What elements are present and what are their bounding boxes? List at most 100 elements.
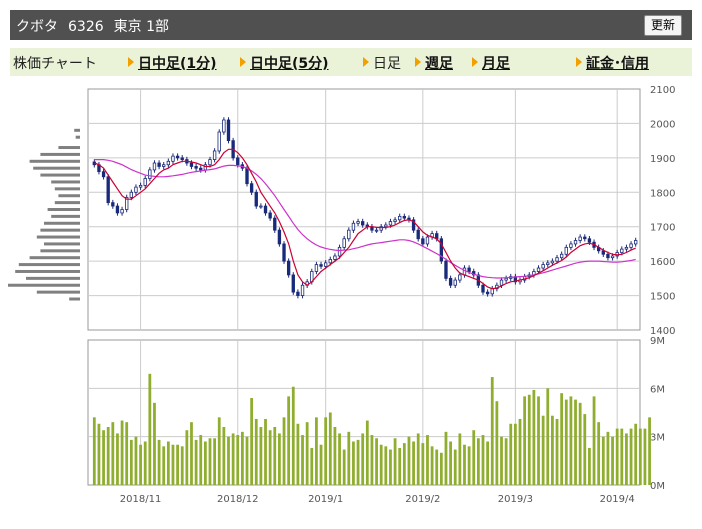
price-tick-label: 1600 (650, 257, 675, 268)
volume-bar (208, 438, 212, 485)
volume-bar (328, 412, 332, 485)
candle-body (111, 202, 115, 207)
volume-bar (430, 446, 434, 485)
volume-bar (259, 427, 263, 485)
volume-bar (634, 423, 638, 485)
candle-body (296, 291, 300, 296)
candle-body (148, 169, 152, 179)
volume-bar (148, 373, 152, 485)
candle-body (499, 279, 504, 286)
candle-body (143, 178, 147, 186)
volume-bar (264, 418, 267, 485)
volume-profile-bar (75, 135, 80, 139)
candle-body (208, 159, 212, 166)
candle-body (291, 274, 295, 293)
volume-bar (495, 401, 499, 485)
volume-bar (190, 422, 193, 485)
date-tick-label: 2019/1 (308, 494, 343, 505)
candle-body (342, 238, 346, 248)
volume-bar (592, 396, 596, 485)
date-tick-label: 2019/2 (405, 494, 440, 505)
price-tick-label: 2000 (650, 119, 675, 130)
volume-bar (398, 447, 402, 485)
date-tick-label: 2018/11 (120, 494, 162, 505)
candle-body (458, 274, 462, 281)
volume-bar (463, 444, 466, 485)
volume-bar (588, 447, 591, 485)
candle-body (356, 221, 360, 224)
candle-body (587, 238, 592, 243)
candle-body (189, 162, 194, 167)
volume-bar (194, 439, 198, 485)
volume-bar (153, 402, 156, 485)
volume-profile-bar (69, 297, 80, 301)
volume-profile-bar (58, 146, 80, 150)
volume-bar (574, 399, 577, 485)
volume-bar (273, 427, 277, 485)
volume-bar (486, 441, 490, 485)
candle-body (634, 240, 638, 245)
volume-profile-bar (40, 173, 80, 177)
volume-bar (615, 428, 619, 485)
volume-bar (601, 436, 605, 485)
candle-body (388, 221, 393, 226)
volume-bar (518, 418, 522, 485)
candle-body (120, 209, 124, 214)
volume-bar (389, 449, 392, 485)
candle-body (226, 119, 231, 142)
volume-bar (199, 435, 203, 485)
volume-bar (606, 431, 610, 485)
candle-body (319, 264, 323, 267)
candle-body (300, 284, 305, 296)
volume-bar (203, 441, 207, 485)
candle-body (236, 157, 240, 166)
volume-bar (342, 449, 346, 485)
volume-bar (139, 444, 142, 485)
volume-bar (481, 435, 485, 485)
candle-body (448, 277, 453, 286)
volume-bar (157, 439, 161, 485)
volume-bar (435, 449, 439, 485)
candle-body (398, 215, 402, 221)
volume-bar (310, 447, 314, 485)
volume-bar (176, 444, 179, 485)
volume-profile-bar (40, 249, 80, 253)
candle-body (559, 253, 564, 259)
candle-body (462, 267, 467, 276)
candle-body (606, 253, 610, 259)
volume-profile-bar (54, 187, 80, 191)
candle-body (249, 183, 254, 193)
candle-body (180, 157, 184, 160)
volume-bar (250, 398, 254, 485)
candle-body (222, 119, 226, 133)
volume-profile-bar (74, 128, 80, 132)
volume-bar (171, 444, 175, 485)
candle-body (212, 150, 217, 160)
volume-bar (333, 427, 337, 485)
volume-bar (375, 438, 378, 485)
price-panel (87, 88, 641, 331)
candle-body (101, 171, 106, 178)
volume-bar (551, 415, 554, 485)
volume-bar (555, 418, 559, 485)
volume-profile-bar (29, 256, 81, 260)
volume-bar (412, 441, 415, 485)
volume-bar (365, 420, 369, 485)
volume-tick-label: 0M (650, 481, 665, 492)
date-tick-label: 2019/3 (498, 494, 533, 505)
volume-bar (240, 431, 244, 485)
candle-body (157, 162, 161, 167)
candle-body (416, 229, 420, 240)
volume-bar (513, 423, 517, 485)
candle-body (323, 262, 328, 267)
volume-bar (625, 433, 628, 485)
candle-body (314, 264, 319, 272)
volume-profile-bar (44, 221, 80, 225)
volume-bar (532, 389, 536, 485)
candle-body (259, 205, 263, 208)
volume-bar (444, 431, 448, 485)
volume-profile-bar (40, 152, 80, 156)
candle-body (134, 186, 138, 193)
volume-bar (523, 396, 527, 485)
volume-bar (500, 436, 503, 485)
